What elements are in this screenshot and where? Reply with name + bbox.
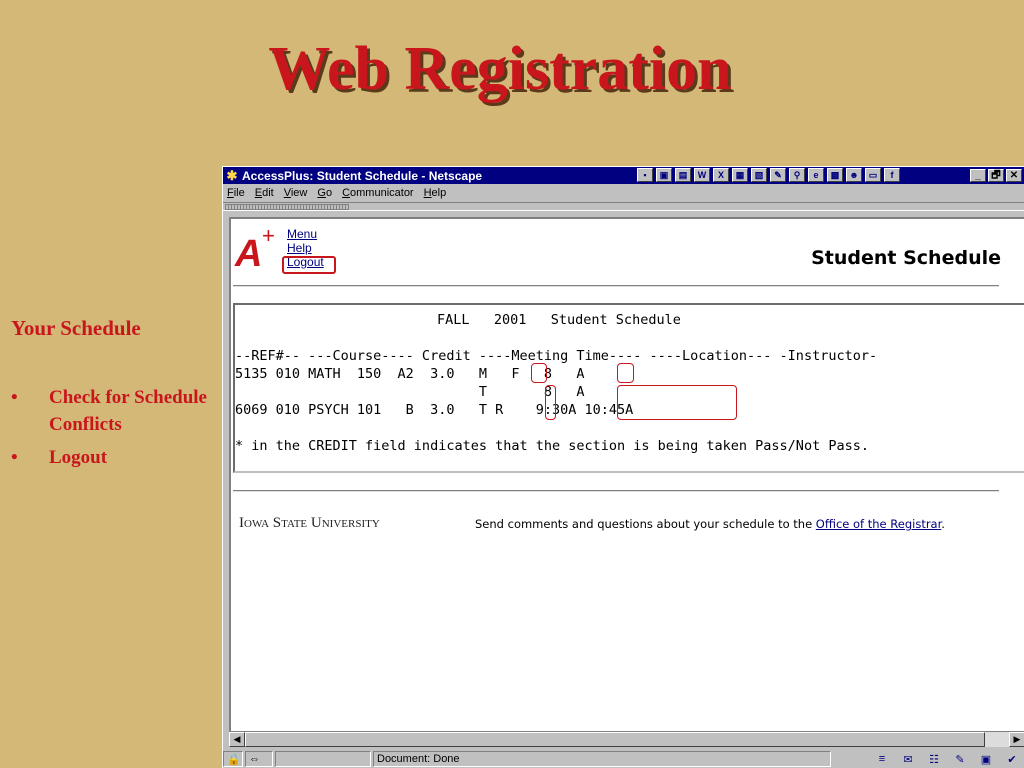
- menu-view[interactable]: View: [284, 187, 308, 199]
- mail-icon[interactable]: ✉: [895, 753, 921, 766]
- toolbar-icon-9[interactable]: ⚲: [789, 168, 805, 182]
- internet-explorer-icon[interactable]: e: [808, 168, 824, 182]
- schedule-header-line: --REF#-- ---Course---- Credit ----Meetin…: [235, 348, 878, 364]
- window-titlebar[interactable]: ✱ AccessPlus: Student Schedule - Netscap…: [223, 167, 1024, 184]
- accessplus-logo: A +: [235, 223, 275, 275]
- window-controls: _ 🗗 ✕: [968, 169, 1022, 182]
- toolbar-icon-2[interactable]: ▣: [656, 168, 672, 182]
- schedule-row-2: T 8 A: [235, 384, 585, 400]
- toolbar-icon-7[interactable]: ▧: [751, 168, 767, 182]
- slide-title: Web Registration: [268, 35, 732, 103]
- toolbar-icon-11[interactable]: ▩: [827, 168, 843, 182]
- toolbar-icon-8[interactable]: ✎: [770, 168, 786, 182]
- bullet-check-conflicts: • Check for Schedule Conflicts: [11, 387, 207, 435]
- word-icon[interactable]: W: [694, 168, 710, 182]
- progress-area: [275, 751, 371, 767]
- browser-window: ✱ AccessPlus: Student Schedule - Netscap…: [222, 166, 1024, 768]
- newsgroup-icon[interactable]: ☷: [921, 753, 947, 766]
- navigator-icon[interactable]: ≡: [869, 753, 895, 766]
- scroll-right-icon[interactable]: ▶: [1009, 732, 1024, 747]
- toolbar-grip[interactable]: [225, 204, 349, 210]
- side-bullet-list: • Check for Schedule Conflicts • Logout: [11, 384, 216, 477]
- registrar-link[interactable]: Office of the Registrar: [816, 517, 941, 531]
- address-book-icon[interactable]: ▣: [973, 753, 999, 766]
- menu-communicator[interactable]: Communicator: [342, 187, 414, 199]
- netscape-app-icon: ✱: [226, 167, 238, 183]
- maximize-button[interactable]: 🗗: [988, 169, 1004, 182]
- horizontal-scrollbar[interactable]: ◀ ▶: [229, 731, 1024, 747]
- side-heading: Your Schedule: [11, 316, 141, 340]
- toolbar-icon-3[interactable]: ▤: [675, 168, 691, 182]
- conflict-highlight-t: [545, 385, 556, 420]
- composer-icon[interactable]: ✎: [947, 753, 973, 766]
- component-bar: ≡ ✉ ☷ ✎ ▣ ✔: [869, 753, 1024, 766]
- menu-go[interactable]: Go: [317, 187, 332, 199]
- schedule-note: * in the CREDIT field indicates that the…: [235, 438, 869, 454]
- conflict-highlight-8: [617, 363, 634, 383]
- bullet-logout: • Logout: [11, 447, 108, 468]
- minimize-button[interactable]: _: [970, 169, 986, 182]
- menu-help[interactable]: Help: [424, 187, 447, 199]
- ftp-icon[interactable]: f: [884, 168, 900, 182]
- schedule-row-3: 6069 010 PSYCH 101 B 3.0 T R 9:30A 10:45…: [235, 402, 634, 418]
- toolbar-icon-1[interactable]: ▪: [637, 168, 653, 182]
- iowa-state-logo: Iowa State University: [239, 515, 380, 531]
- collapsed-toolbar-tabs[interactable]: [223, 202, 1024, 211]
- scrollbar-thumb[interactable]: [245, 732, 985, 747]
- close-button[interactable]: ✕: [1006, 169, 1022, 182]
- page-heading: Student Schedule: [811, 247, 1001, 269]
- schedule-text-area: FALL 2001 Student Schedule --REF#-- ---C…: [233, 303, 1024, 473]
- toolbar-icon-13[interactable]: ▭: [865, 168, 881, 182]
- security-lock-icon[interactable]: 🔒: [223, 751, 243, 767]
- logout-highlight-box: [282, 256, 336, 274]
- conflict-highlight-time: [617, 385, 737, 420]
- toolbar-icon-12[interactable]: ☻: [846, 168, 862, 182]
- schedule-title-line: FALL 2001 Student Schedule: [437, 312, 681, 328]
- conflict-highlight-m: [531, 363, 547, 383]
- menu-file[interactable]: File: [227, 187, 245, 199]
- security-icon[interactable]: ✔: [999, 753, 1024, 766]
- divider-top: [233, 285, 999, 287]
- divider-bottom: [233, 490, 999, 492]
- page-content: A + Menu Help Logout Student Schedule FAL…: [229, 217, 1024, 731]
- menu-edit[interactable]: Edit: [255, 187, 274, 199]
- excel-icon[interactable]: X: [713, 168, 729, 182]
- help-link[interactable]: Help: [287, 241, 324, 255]
- comments-line: Send comments and questions about your s…: [475, 517, 945, 531]
- connection-icon: ⇔: [245, 751, 273, 767]
- toolbar-icon-6[interactable]: ▦: [732, 168, 748, 182]
- menu-link[interactable]: Menu: [287, 227, 324, 241]
- scroll-left-icon[interactable]: ◀: [229, 732, 245, 747]
- menu-bar: File Edit View Go Communicator Help: [223, 184, 1024, 202]
- status-bar: 🔒 ⇔ Document: Done ≡ ✉ ☷ ✎ ▣ ✔: [223, 749, 1024, 768]
- window-title: AccessPlus: Student Schedule - Netscape: [242, 168, 483, 183]
- quick-launch-toolbar: ▪ ▣ ▤ W X ▦ ▧ ✎ ⚲ e ▩ ☻ ▭ f: [637, 168, 903, 182]
- status-text: Document: Done: [373, 751, 831, 767]
